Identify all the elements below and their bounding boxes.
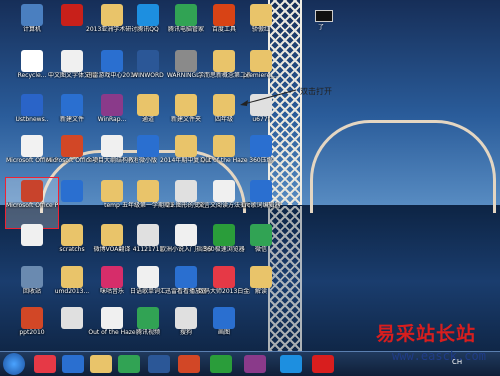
desktop-icon-image — [213, 4, 235, 26]
watermark-url: www.easck.com — [392, 349, 486, 363]
desktop-icon-image — [137, 307, 159, 329]
desktop-icon-image — [61, 224, 83, 246]
desktop-icon-image — [175, 307, 197, 329]
taskbar-app-button[interactable] — [280, 355, 302, 373]
desktop-icon-image — [175, 50, 197, 72]
start-button[interactable] — [3, 353, 25, 375]
desktop-icon-image — [137, 180, 159, 202]
desktop-icon-image — [137, 224, 159, 246]
watermark: 易采站长站 www.easck.com — [376, 317, 500, 375]
desktop-icon-image — [21, 135, 43, 157]
desktop-icon[interactable]: Lrc歌词编辑器 — [235, 178, 287, 228]
desktop-icon-image — [175, 224, 197, 246]
desktop-icon-image — [61, 50, 83, 72]
taskbar-app-button[interactable] — [210, 355, 232, 373]
desktop-icon-image — [101, 4, 123, 26]
desktop-icon[interactable]: 骄傲红 — [235, 2, 287, 52]
taskbar-app-button[interactable] — [244, 355, 266, 373]
taskbar-app-button[interactable] — [178, 355, 200, 373]
desktop-icon-image — [101, 94, 123, 116]
desktop-icon-label: 骄傲红 — [251, 26, 270, 33]
desktop-icon[interactable]: 360压缩 — [235, 133, 287, 183]
taskbar-app-button[interactable] — [118, 355, 140, 373]
desktop-icon-image — [101, 307, 123, 329]
desktop-icon-image — [61, 94, 83, 116]
desktop-icon-image — [101, 135, 123, 157]
top-widget-label: 了 — [318, 24, 325, 31]
desktop-icon-image — [213, 224, 235, 246]
desktop-icon-label: premiere_... — [243, 72, 279, 79]
annotation-arrow — [240, 89, 296, 106]
taskbar-app-button[interactable] — [34, 355, 56, 373]
watermark-title: 易采站长站 — [376, 323, 477, 345]
desktop-icon-image — [175, 4, 197, 26]
desktop-icon-image — [175, 135, 197, 157]
desktop-icon-image — [213, 94, 235, 116]
desktop-icon-image — [137, 50, 159, 72]
desktop-icon-image — [137, 135, 159, 157]
desktop-icon-image — [101, 266, 123, 288]
desktop-icon-image — [21, 266, 43, 288]
taskbar-app-button[interactable] — [62, 355, 84, 373]
taskbar-app-button[interactable] — [90, 355, 112, 373]
desktop-icon-image — [250, 4, 272, 26]
desktop-icon-image — [137, 4, 159, 26]
desktop-icon-image — [21, 180, 43, 202]
desktop-icon-image — [250, 180, 272, 202]
desktop-icon-image — [61, 135, 83, 157]
desktop-icon-image — [21, 224, 43, 246]
desktop-icon-image — [61, 307, 83, 329]
desktop-icon-image — [61, 266, 83, 288]
desktop-icon-image — [61, 180, 83, 202]
desktop-icon-label: 画图 — [217, 329, 230, 336]
desktop-icon-image — [250, 266, 272, 288]
annotation-text: 双击打开 — [300, 87, 332, 96]
desktop-icon-label: Lrc歌词编辑器 — [241, 202, 281, 209]
desktop-icon-image — [213, 50, 235, 72]
desktop-icon-image — [21, 4, 43, 26]
desktop-icon-image — [101, 180, 123, 202]
taskbar-app-button[interactable] — [312, 355, 334, 373]
desktop-icon-label: 解读 — [254, 288, 267, 295]
desktop-icon-image — [250, 224, 272, 246]
taskbar-app-button[interactable] — [148, 355, 170, 373]
desktop-icon-image — [101, 50, 123, 72]
desktop-icon-image — [137, 266, 159, 288]
desktop-icon-image — [137, 94, 159, 116]
wallpaper-coaster-right — [310, 120, 496, 213]
desktop-icon-label: 360压缩 — [249, 157, 273, 164]
desktop-icon-image — [250, 50, 272, 72]
top-widget[interactable] — [315, 10, 333, 22]
desktop-icon-image — [250, 135, 272, 157]
desktop-icon-image — [213, 180, 235, 202]
desktop-icon[interactable]: 解读 — [235, 264, 287, 314]
desktop-icon-image — [213, 307, 235, 329]
desktop-icon-image — [175, 266, 197, 288]
desktop-icon-image — [175, 94, 197, 116]
desktop-icon-image — [21, 94, 43, 116]
desktop-icon-image — [101, 224, 123, 246]
desktop-icon-image — [213, 266, 235, 288]
desktop-icon-image — [175, 180, 197, 202]
desktop-icon-image — [61, 4, 83, 26]
desktop-icon-label: 微信 — [254, 246, 267, 253]
desktop-icon-image — [21, 307, 43, 329]
desktop-icon-image — [213, 135, 235, 157]
desktop-icon-image — [21, 50, 43, 72]
desktop-icon-label: u677f — [252, 116, 270, 123]
